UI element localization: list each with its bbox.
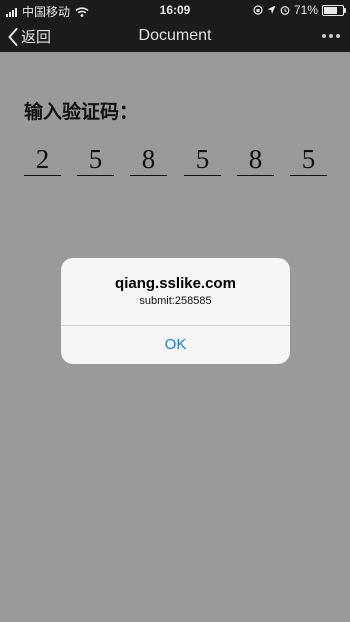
- code-digit-1[interactable]: 2: [24, 142, 61, 176]
- code-digit-3[interactable]: 8: [130, 142, 167, 176]
- verification-code-row: 2 5 8 5 8 5: [24, 142, 329, 178]
- battery-fill: [324, 6, 337, 14]
- verification-code-prompt: 输入验证码：: [24, 101, 139, 123]
- ok-button[interactable]: OK: [61, 326, 290, 364]
- location-arrow-icon: [267, 5, 276, 14]
- battery-percent: 71%: [293, 3, 318, 17]
- alarm-clock-icon: [280, 6, 290, 15]
- code-digit-5[interactable]: 8: [237, 142, 274, 176]
- code-digit-2[interactable]: 5: [77, 142, 114, 176]
- more-dots-icon[interactable]: [319, 34, 340, 38]
- page-title: Document: [138, 27, 212, 44]
- code-digit-6[interactable]: 5: [290, 142, 327, 176]
- code-digit-4[interactable]: 5: [184, 142, 221, 176]
- alert-dialog: qiang.sslike.com submit:258585 OK: [61, 258, 290, 364]
- battery-icon: [322, 4, 346, 16]
- status-right: 71%: [253, 3, 346, 17]
- orientation-lock-icon: [253, 5, 263, 15]
- nav-bar: 返回 Document: [0, 20, 350, 52]
- alert-title: qiang.sslike.com: [115, 275, 236, 292]
- status-bar: 中国移动 16:09 71%: [0, 0, 350, 20]
- alert-message: submit:258585: [139, 295, 212, 307]
